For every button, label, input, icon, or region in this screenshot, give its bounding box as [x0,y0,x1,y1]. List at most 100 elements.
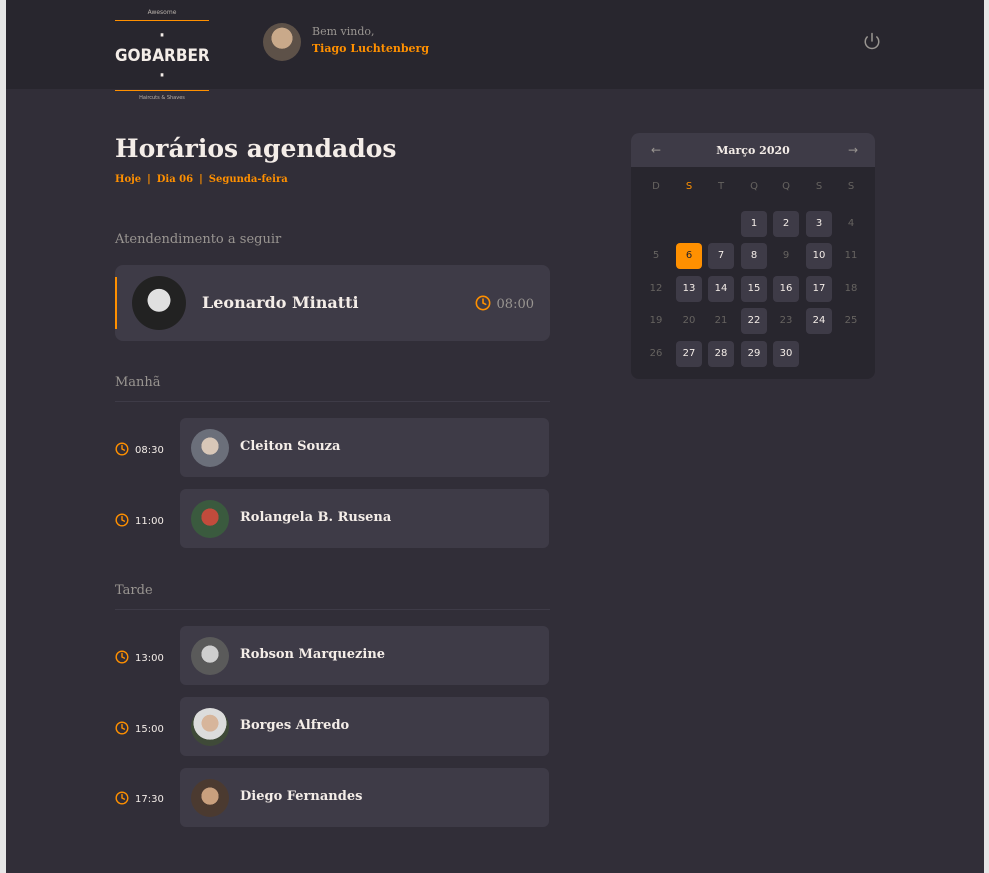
clock-icon [115,442,129,456]
power-icon[interactable] [863,32,881,50]
slot-time: 15:00 [115,721,164,735]
clock-icon [115,513,129,527]
subtitle-day: Dia 06 [156,174,194,185]
calendar-day[interactable]: 22 [741,308,767,334]
slot-time-value: 15:00 [135,724,164,735]
morning-section-label: Manhã [115,375,161,390]
left-window-edge [0,0,6,873]
calendar-day[interactable]: 10 [806,243,832,269]
calendar-day[interactable]: 13 [676,276,702,302]
calendar-day: 21 [714,315,728,326]
weekday-label: T [717,181,725,192]
calendar-day: 5 [652,250,660,261]
appointment-card[interactable]: Borges Alfredo [180,697,549,756]
client-avatar [191,500,229,538]
clock-icon [475,295,490,311]
calendar-day: 23 [779,315,793,326]
calendar-day[interactable]: 27 [676,341,702,367]
weekday-label: S [685,181,693,192]
clock-icon [115,791,129,805]
next-appointment-card[interactable]: Leonardo Minatti 08:00 [115,265,550,341]
weekday-label: D [652,181,660,192]
appointment-card[interactable]: Rolangela B. Rusena [180,489,549,548]
appointment-card[interactable]: Robson Marquezine [180,626,549,685]
calendar-day: 12 [649,283,663,294]
slot-time: 17:30 [115,791,164,805]
calendar-day[interactable]: 8 [741,243,767,269]
slot-time: 08:30 [115,442,164,456]
calendar-day: 26 [649,348,663,359]
calendar-day-selected[interactable]: 6 [676,243,702,269]
calendar-day[interactable]: 2 [773,211,799,237]
user-avatar[interactable] [263,23,301,61]
calendar-day: 20 [682,315,696,326]
client-name: Cleiton Souza [240,439,341,454]
welcome-text: Bem vindo, [312,25,375,38]
afternoon-divider [115,609,550,610]
slot-time-value: 11:00 [135,516,164,527]
calendar-day: 25 [844,315,858,326]
clock-icon [115,650,129,664]
slot-time: 11:00 [115,513,164,527]
subtitle-separator: | [147,174,151,185]
appointment-time-value: 08:00 [496,297,534,312]
client-name: Robson Marquezine [240,647,386,662]
subtitle-today: Hoje [115,174,142,185]
calendar-day: 9 [782,250,790,261]
calendar-day[interactable]: 14 [708,276,734,302]
slot-time-value: 08:30 [135,445,164,456]
calendar-day[interactable]: 28 [708,341,734,367]
calendar-day[interactable]: 3 [806,211,832,237]
calendar-day[interactable]: 1 [741,211,767,237]
afternoon-section-label: Tarde [115,583,153,598]
client-avatar [191,429,229,467]
arrow-right-icon[interactable]: → [848,143,858,157]
weekday-label: S [847,181,855,192]
calendar-month: Março 2020 [716,144,790,157]
client-name: Borges Alfredo [240,718,350,733]
client-avatar [132,276,186,330]
calendar-day[interactable]: 17 [806,276,832,302]
header: Awesome · GOBARBER · Haircuts & Shaves B… [6,0,984,101]
slot-time-value: 17:30 [135,794,164,805]
calendar-day[interactable]: 16 [773,276,799,302]
appointment-time: 08:00 [475,295,534,312]
subtitle-weekday: Segunda-feira [208,174,288,185]
clock-icon [115,721,129,735]
calendar-day[interactable]: 29 [741,341,767,367]
right-window-edge [984,0,989,873]
weekday-label: S [815,181,823,192]
next-appointment-label: Atendendimento a seguir [115,232,282,247]
logo-brand-text: · GOBARBER · [115,20,210,91]
calendar-day: 18 [844,283,858,294]
slot-time: 13:00 [115,650,164,664]
calendar-day: 11 [844,250,858,261]
calendar-day[interactable]: 24 [806,308,832,334]
client-name: Leonardo Minatti [202,293,359,312]
appointment-card[interactable]: Cleiton Souza [180,418,549,477]
accent-bar [115,277,117,329]
calendar-day[interactable]: 15 [741,276,767,302]
page-subtitle: Hoje | Dia 06 | Segunda-feira [115,174,288,185]
client-avatar [191,708,229,746]
client-avatar [191,637,229,675]
weekday-label: Q [750,181,758,192]
subtitle-separator: | [199,174,203,185]
appointment-card[interactable]: Diego Fernandes [180,768,549,827]
gobarber-logo[interactable]: Awesome · GOBARBER · Haircuts & Shaves [115,9,210,101]
logo-top-text: Awesome [147,9,177,16]
slot-time-value: 13:00 [135,653,164,664]
calendar-day[interactable]: 30 [773,341,799,367]
client-avatar [191,779,229,817]
weekday-label: Q [782,181,790,192]
morning-divider [115,401,550,402]
calendar-header: ← Março 2020 → [631,133,875,167]
calendar-day: 19 [649,315,663,326]
user-name-link[interactable]: Tiago Luchtenberg [312,42,429,55]
calendar-day[interactable]: 7 [708,243,734,269]
logo-bottom-text: Haircuts & Shaves [139,95,185,101]
client-name: Rolangela B. Rusena [240,510,392,525]
calendar-day: 4 [847,218,855,229]
client-name: Diego Fernandes [240,789,363,804]
page-title: Horários agendados [115,134,397,163]
